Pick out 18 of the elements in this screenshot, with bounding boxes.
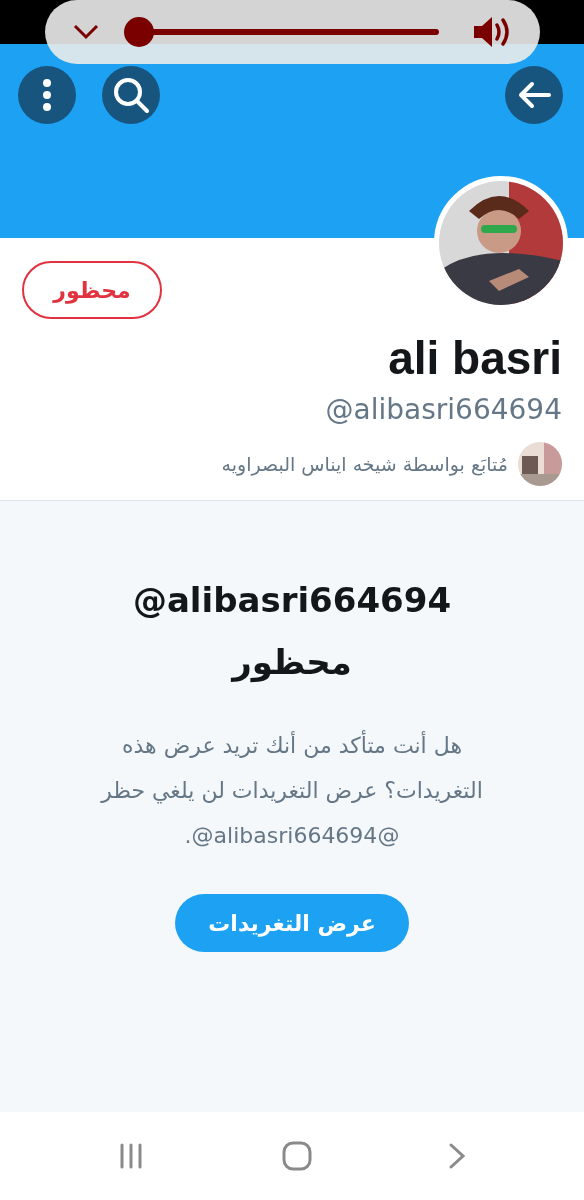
back-arrow-icon [517,81,551,109]
notice-title: @alibasri664694 محظور [131,579,453,685]
chevron-down-icon[interactable] [73,24,99,40]
profile-handle: @alibasri664694 [324,393,562,426]
more-icon [42,78,52,112]
chevron-right-icon[interactable] [448,1142,466,1170]
blocked-button[interactable]: محظور [22,261,162,319]
notice-message: هل أنت متأكد من أنك تريد عرض هذه التغريدات؟ عرض التغريدات لن يلغي حظر @alibasri664694@. [92,723,492,858]
search-icon [112,76,150,114]
back-button[interactable] [505,66,563,124]
view-tweets-button[interactable]: عرض التغريدات [175,894,409,952]
profile-name: ali basri [387,331,562,385]
search-button[interactable] [102,66,160,124]
slider-thumb[interactable] [123,17,154,47]
home-icon[interactable] [281,1141,312,1171]
speaker-icon[interactable] [472,15,512,49]
followed-by-text: مُتابَع بواسطة شيخه ايناس البصراويه [221,453,508,475]
more-button[interactable] [18,66,76,124]
